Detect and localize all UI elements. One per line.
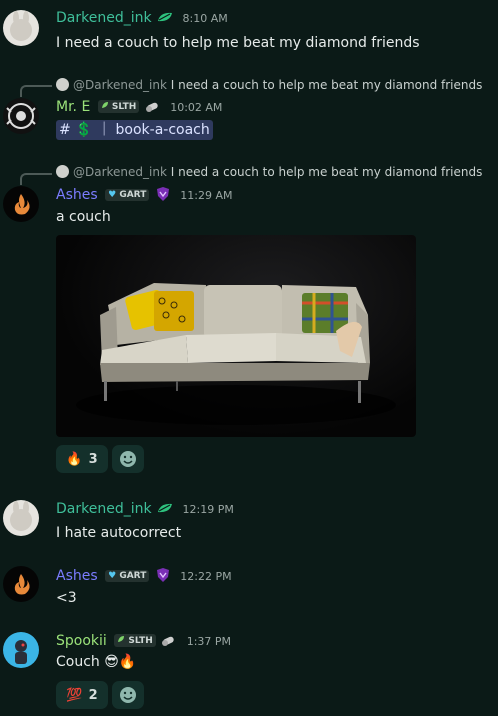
heart-icon: ♥	[108, 190, 117, 200]
author-label[interactable]: Ashes	[56, 187, 98, 203]
mini-avatar	[56, 165, 69, 178]
shield-heart-icon	[156, 568, 169, 582]
avatar-ashes[interactable]	[3, 186, 39, 222]
badge-label[interactable]: SLTH	[112, 102, 136, 112]
avatar-darkened[interactable]	[3, 10, 39, 46]
reaction-count: 3	[88, 451, 98, 467]
guild-tag-badge[interactable]: ♥ GART	[105, 570, 150, 582]
leaf-icon	[118, 636, 125, 642]
message-mre: @Darkened_ink I need a couch to help me …	[0, 76, 498, 144]
reply-mention[interactable]: @Darkened_ink	[73, 78, 167, 92]
reply-text: I need a couch to help me beat my diamon…	[170, 165, 483, 179]
guild-tag-badge[interactable]: SLTH	[97, 100, 140, 113]
guild-tag-badge[interactable]: ♥ GART	[105, 189, 150, 201]
message-spookii: Spookii SLTH 1:37 PM Couch 😎🔥 💯 2	[0, 630, 498, 710]
author-name[interactable]: Spookii SLTH 1:37 PM	[56, 633, 231, 649]
author-label[interactable]: Ashes	[56, 568, 98, 584]
message-text: <3	[56, 590, 77, 606]
message-ashes-2: Ashes ♥ GART 12:22 PM <3	[0, 564, 498, 610]
reply-text: I need a couch to help me beat my diamon…	[170, 78, 483, 92]
reaction-fire[interactable]: 🔥 3	[56, 445, 108, 473]
add-reaction-icon	[120, 687, 136, 703]
leaf-icon	[101, 102, 108, 108]
reply-connector	[20, 85, 52, 97]
flame-avatar-icon	[14, 574, 30, 595]
hundred-emoji-icon: 💯	[66, 687, 83, 703]
bunny-avatar-icon	[10, 501, 32, 531]
message-text: a couch	[56, 209, 111, 225]
message-darkened-2: Darkened_ink 12:19 PM I hate autocorrect	[0, 498, 498, 548]
avatar-spookii[interactable]	[3, 632, 39, 668]
author-label[interactable]: Spookii	[56, 633, 107, 649]
author-label[interactable]: Mr. E	[56, 99, 90, 115]
badge-label[interactable]: GART	[119, 190, 146, 200]
author-label[interactable]: Darkened_ink	[56, 501, 152, 517]
channel-label[interactable]: # 💲 ｜ book-a-coach	[59, 122, 210, 138]
emblem-avatar-icon	[6, 103, 36, 129]
leaf-icon	[158, 503, 173, 513]
whistle-icon	[145, 102, 158, 112]
avatar-ashes[interactable]	[3, 566, 39, 602]
badge-label[interactable]: SLTH	[128, 636, 152, 646]
timestamp: 11:29 AM	[180, 189, 233, 202]
author-name[interactable]: Mr. E SLTH 10:02 AM	[56, 99, 222, 115]
timestamp: 12:22 PM	[180, 570, 232, 583]
channel-mention[interactable]: # 💲 ｜ book-a-coach	[56, 120, 213, 140]
timestamp: 8:10 AM	[182, 12, 228, 25]
reply-preview[interactable]: @Darkened_ink I need a couch to help me …	[56, 78, 482, 92]
leaf-icon	[158, 12, 173, 22]
fire-emoji-icon: 🔥	[66, 451, 83, 467]
author-name[interactable]: Ashes ♥ GART 11:29 AM	[56, 186, 232, 203]
message-text: I hate autocorrect	[56, 525, 182, 541]
reply-mention[interactable]: @Darkened_ink	[73, 165, 167, 179]
reply-connector	[20, 173, 52, 185]
reaction-hundred[interactable]: 💯 2	[56, 681, 108, 709]
author-name[interactable]: Darkened_ink 12:19 PM	[56, 501, 234, 517]
shield-heart-icon	[156, 187, 169, 201]
reply-preview[interactable]: @Darkened_ink I need a couch to help me …	[56, 165, 482, 179]
guild-tag-badge[interactable]: SLTH	[114, 634, 156, 647]
message-text: I need a couch to help me beat my diamon…	[56, 35, 420, 51]
author-label[interactable]: Darkened_ink	[56, 10, 152, 26]
message-text: Couch 😎🔥	[56, 654, 137, 670]
avatar-darkened[interactable]	[3, 500, 39, 536]
whistle-icon	[162, 636, 174, 646]
couch-picture	[76, 283, 396, 425]
timestamp: 10:02 AM	[170, 101, 223, 114]
couch-image-attachment[interactable]	[56, 235, 416, 437]
mini-avatar	[56, 78, 69, 91]
author-name[interactable]: Ashes ♥ GART 12:22 PM	[56, 567, 232, 584]
author-name[interactable]: Darkened_ink 8:10 AM	[56, 10, 228, 26]
add-reaction-button[interactable]	[112, 445, 144, 473]
add-reaction-button[interactable]	[112, 681, 144, 709]
bunny-avatar-icon	[10, 11, 32, 41]
character-avatar-icon	[15, 640, 27, 664]
timestamp: 12:19 PM	[182, 503, 234, 516]
flame-avatar-icon	[14, 194, 30, 215]
timestamp: 1:37 PM	[186, 635, 232, 648]
heart-icon: ♥	[108, 571, 117, 581]
add-reaction-icon	[120, 451, 136, 467]
message-ashes-1: @Darkened_ink I need a couch to help me …	[0, 164, 498, 484]
badge-label[interactable]: GART	[119, 571, 146, 581]
avatar-mre[interactable]	[3, 98, 39, 134]
message-darkened-1: Darkened_ink 8:10 AM I need a couch to h…	[0, 8, 498, 58]
reaction-count: 2	[88, 687, 98, 703]
